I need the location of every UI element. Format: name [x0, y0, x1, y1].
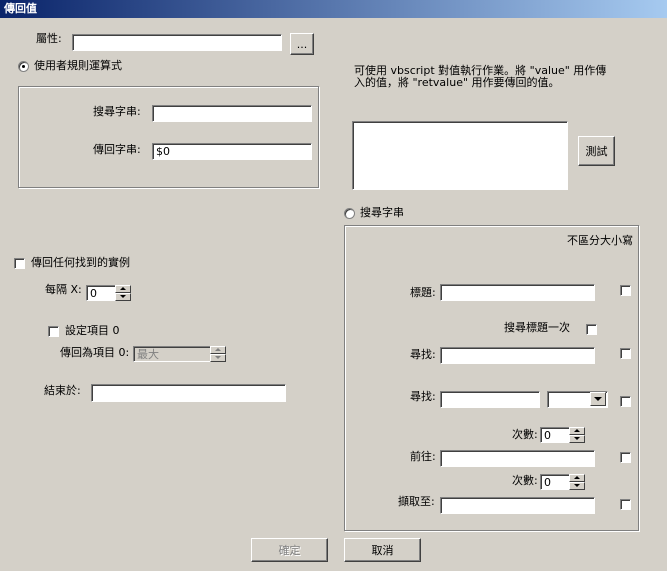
title-case-checkbox[interactable]	[620, 285, 631, 296]
return-as-item-label: 傳回為項目 0:	[60, 346, 130, 359]
goto-case-checkbox[interactable]	[620, 452, 631, 463]
spin-up-icon[interactable]	[115, 285, 131, 293]
set-item-checkbox[interactable]	[48, 326, 59, 337]
search-title-once-label: 搜尋標題一次	[504, 321, 570, 334]
count1-spinner[interactable]	[569, 427, 585, 443]
title-input[interactable]	[440, 284, 595, 301]
property-label: 屬性:	[36, 32, 62, 45]
window-title: 傳回值	[4, 2, 37, 15]
set-item-label: 設定項目 0	[65, 324, 120, 337]
search-string-radio[interactable]	[344, 208, 355, 219]
search-title-once-checkbox[interactable]	[586, 324, 597, 335]
title-bar: 傳回值	[0, 0, 667, 18]
case-insensitive-label: 不區分大小寫	[567, 234, 633, 247]
return-string-input[interactable]: $0	[152, 143, 312, 160]
return-string-label: 傳回字串:	[93, 143, 141, 156]
spin-down-icon[interactable]	[569, 482, 585, 490]
title-label: 標題:	[410, 286, 436, 299]
regex-group	[18, 86, 319, 188]
ends-at-label: 結束於:	[44, 384, 81, 397]
return-any-checkbox[interactable]	[14, 258, 25, 269]
every-x-label: 每隔 X:	[45, 283, 82, 296]
extract-input[interactable]	[440, 497, 595, 514]
spin-down-icon	[210, 354, 226, 362]
count2-spinner[interactable]	[569, 474, 585, 490]
extract-label: 擷取至:	[398, 495, 435, 508]
count1-label: 次數:	[512, 428, 538, 441]
spin-down-icon[interactable]	[115, 293, 131, 301]
count2-input[interactable]: 0	[540, 474, 570, 490]
find2-case-checkbox[interactable]	[620, 396, 631, 407]
spin-up-icon[interactable]	[569, 474, 585, 482]
property-input[interactable]	[72, 34, 282, 51]
return-any-label: 傳回任何找到的實例	[31, 256, 130, 269]
regex-radio-label: 使用者規則運算式	[34, 59, 122, 72]
regex-radio[interactable]	[18, 61, 29, 72]
extract-case-checkbox[interactable]	[620, 499, 631, 510]
chevron-down-icon	[594, 397, 602, 401]
ends-at-input[interactable]	[91, 384, 286, 402]
goto-label: 前往:	[410, 450, 436, 463]
find2-label: 尋找:	[410, 390, 436, 403]
cancel-button[interactable]: 取消	[344, 538, 421, 562]
find2-dropdown-button[interactable]	[590, 392, 606, 406]
spin-up-icon[interactable]	[569, 427, 585, 435]
search-string-radio-label: 搜尋字串	[360, 206, 404, 219]
ok-button: 確定	[251, 538, 328, 562]
every-x-input[interactable]: 0	[86, 285, 116, 301]
vbscript-textarea[interactable]	[352, 121, 568, 190]
search-string-label: 搜尋字串:	[93, 105, 141, 118]
return-as-item-input: 最大	[133, 346, 211, 362]
spin-down-icon[interactable]	[569, 435, 585, 443]
count1-input[interactable]: 0	[540, 427, 570, 443]
goto-input[interactable]	[440, 450, 595, 467]
find1-input[interactable]	[440, 347, 595, 364]
every-x-spinner[interactable]	[115, 285, 131, 301]
find1-case-checkbox[interactable]	[620, 348, 631, 359]
browse-button[interactable]: ...	[290, 33, 314, 55]
count2-label: 次數:	[512, 474, 538, 487]
spin-up-icon	[210, 346, 226, 354]
test-button[interactable]: 測試	[578, 136, 615, 166]
find2-input[interactable]	[440, 391, 540, 408]
search-string-input[interactable]	[152, 105, 312, 122]
return-as-item-spinner	[210, 346, 226, 362]
vbscript-description-line2: 入的值，將 "retvalue" 用作要傳回的值。	[354, 76, 560, 89]
find1-label: 尋找:	[410, 348, 436, 361]
search-string-group	[344, 225, 639, 531]
